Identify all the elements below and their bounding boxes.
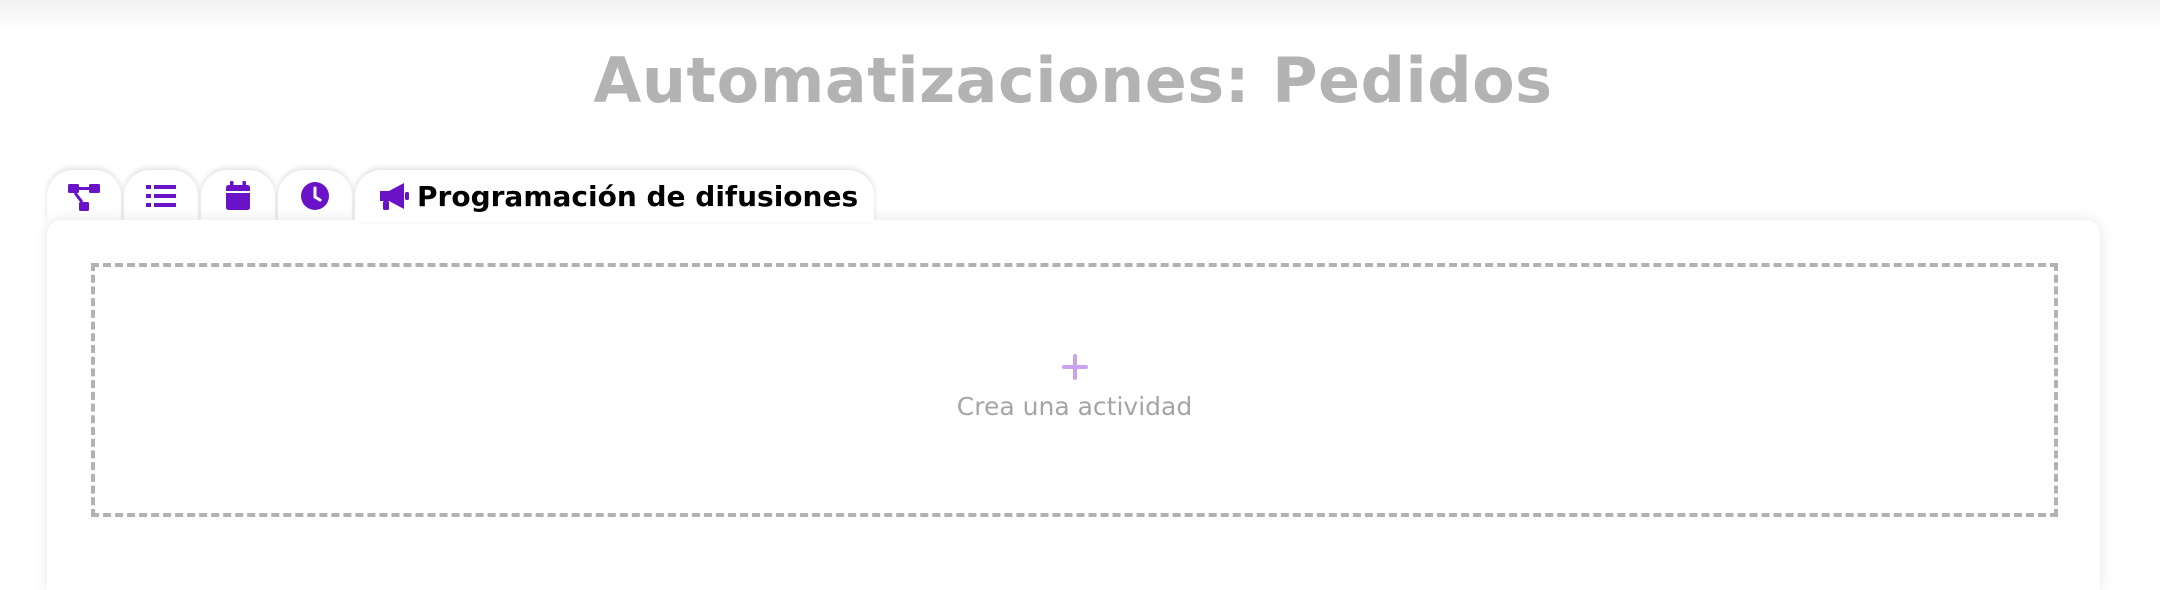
calendar-icon	[221, 179, 255, 213]
clock-icon	[298, 179, 332, 213]
list-icon	[144, 179, 178, 213]
top-shadow	[0, 0, 2160, 30]
tab-clock[interactable]	[278, 170, 352, 222]
tab-list[interactable]	[124, 170, 198, 222]
create-activity-dropzone[interactable]: Crea una actividad	[91, 263, 2058, 517]
megaphone-icon	[377, 179, 411, 213]
tab-broadcast-schedule[interactable]: Programación de difusiones	[355, 170, 875, 222]
flow-diagram-icon	[67, 179, 101, 213]
tab-calendar[interactable]	[201, 170, 275, 222]
create-activity-label: Crea una actividad	[956, 391, 1193, 421]
tab-bar: Programación de difusiones	[47, 170, 875, 222]
tab-label: Programación de difusiones	[417, 179, 859, 213]
tab-flow[interactable]	[47, 170, 121, 222]
page-title: Automatizaciones: Pedidos	[593, 44, 1553, 117]
content-panel: Crea una actividad	[47, 220, 2100, 590]
plus-icon	[1061, 353, 1088, 380]
